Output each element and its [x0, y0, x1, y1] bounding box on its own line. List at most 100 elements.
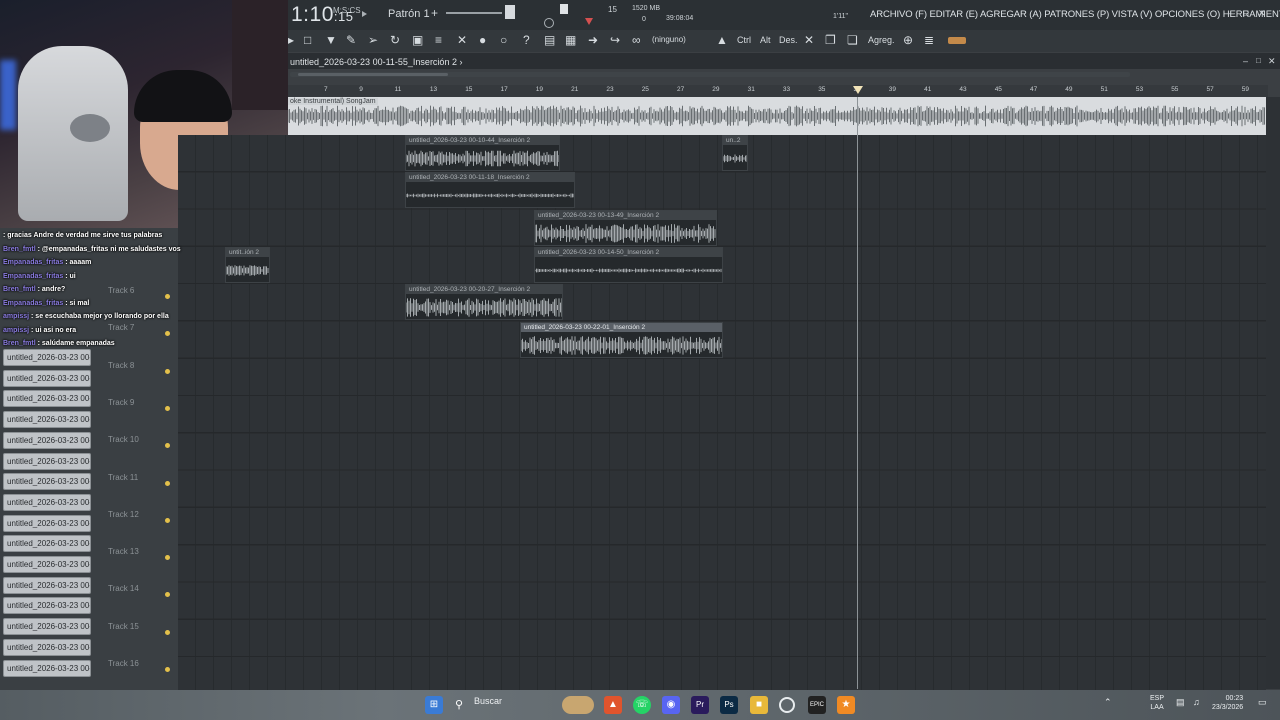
- audio-track-waveform[interactable]: [288, 97, 1266, 135]
- pattern-selector[interactable]: Patrón 1: [388, 8, 430, 20]
- split-icon[interactable]: ⊕: [903, 33, 913, 47]
- master-pitch-slider[interactable]: [446, 12, 502, 14]
- clip-source-button[interactable]: untitled_2026-03-23 00-...: [3, 535, 91, 553]
- cut-icon[interactable]: ✕: [457, 33, 467, 47]
- track-name[interactable]: Track 11: [108, 473, 138, 482]
- audio-clip[interactable]: untit..ión 2: [225, 247, 270, 283]
- widgets-icon[interactable]: [562, 696, 594, 714]
- add-button[interactable]: Agreg.: [868, 35, 895, 45]
- clip-source-button[interactable]: untitled_2026-03-23 00-...: [3, 618, 91, 636]
- clip-source-button[interactable]: untitled_2026-03-23 00-...: [3, 431, 91, 449]
- undo-button[interactable]: Des.: [779, 35, 798, 45]
- paste-icon[interactable]: ❏: [847, 33, 858, 47]
- clip-source-button[interactable]: untitled_2026-03-23 00-...: [3, 597, 91, 615]
- close-icon[interactable]: ✕: [1258, 8, 1266, 19]
- playlist-minimize-icon[interactable]: –: [1243, 56, 1248, 66]
- maximize-icon[interactable]: □: [1243, 8, 1248, 18]
- ctrl-button[interactable]: Ctrl: [737, 35, 751, 45]
- clip-source-button[interactable]: untitled_2026-03-23 00-...: [3, 411, 91, 429]
- clip-source-button[interactable]: untitled_2026-03-23 00-...: [3, 638, 91, 656]
- playlist-maximize-icon[interactable]: □: [1256, 56, 1261, 65]
- audio-clip[interactable]: untitled_2026-03-23 00-10-44_Inserción 2: [405, 135, 560, 171]
- chat-icon[interactable]: ○: [500, 33, 507, 47]
- piano-roll-icon[interactable]: ▤: [544, 33, 555, 47]
- track-name[interactable]: Track 16: [108, 659, 139, 668]
- play-arrow-icon[interactable]: [362, 11, 367, 17]
- playhead-marker[interactable]: [853, 86, 863, 94]
- mic-icon[interactable]: ●: [479, 33, 486, 47]
- playlist-close-icon[interactable]: ✕: [1268, 56, 1276, 67]
- clip-source-button[interactable]: untitled_2026-03-23 00-...: [3, 473, 91, 491]
- brush-icon[interactable]: ➢: [368, 33, 378, 47]
- clip-source-button[interactable]: untitled_2026-03-23 00-...: [3, 369, 91, 387]
- clip-source-button[interactable]: untitled_2026-03-23 00-...: [3, 390, 91, 408]
- copy-icon[interactable]: ❐: [825, 33, 836, 47]
- metronome-icon[interactable]: [544, 18, 554, 28]
- toolbar-arrow-icon[interactable]: ▸: [288, 33, 294, 47]
- notification-icon[interactable]: ▭: [1258, 697, 1267, 708]
- network-icon[interactable]: ▤: [1176, 697, 1185, 708]
- discord-icon[interactable]: ◉: [662, 696, 680, 714]
- link-icon[interactable]: ∞: [632, 33, 641, 47]
- clip-source-button[interactable]: untitled_2026-03-23 00-...: [3, 452, 91, 470]
- track-name[interactable]: Track 10: [108, 435, 139, 444]
- pencil-icon[interactable]: ✎: [346, 33, 356, 47]
- whatsapp-icon[interactable]: ☏: [633, 696, 651, 714]
- audio-clip[interactable]: untitled_2026-03-23 00-11-18_Inserción 2: [405, 172, 575, 208]
- track-name[interactable]: Track 12: [108, 510, 139, 519]
- clip-source-button[interactable]: untitled_2026-03-23 00-...: [3, 659, 91, 677]
- folder-icon[interactable]: ■: [750, 696, 768, 714]
- audio-clip[interactable]: untitled_2026-03-23 00-20-27_Inserción 2: [405, 284, 563, 320]
- track-name[interactable]: Track 14: [108, 584, 139, 593]
- record-down-icon[interactable]: [585, 18, 593, 25]
- language-indicator[interactable]: ESP LAA: [1150, 694, 1164, 712]
- audio-clip[interactable]: untitled_2026-03-23 00-14-50_Inserción 2: [534, 247, 723, 283]
- main-menu[interactable]: ARCHIVO (F) EDITAR (E) AGREGAR (A) PATRO…: [870, 9, 1280, 20]
- obs-icon[interactable]: [779, 697, 795, 713]
- epic-games-icon[interactable]: EPIC: [808, 696, 826, 714]
- brave-icon[interactable]: ▲: [604, 696, 622, 714]
- color-swatch[interactable]: [948, 37, 966, 44]
- keyboard-icon[interactable]: ▦: [565, 33, 576, 47]
- system-clock[interactable]: 00:23 23/3/2026: [1212, 694, 1243, 712]
- alt-button[interactable]: Alt: [760, 35, 771, 45]
- mixer-icon[interactable]: ≡: [435, 33, 442, 47]
- audio-clip[interactable]: un..2: [722, 135, 748, 171]
- track-mute-dot[interactable]: [165, 480, 170, 486]
- fl-studio-icon[interactable]: ★: [837, 696, 855, 714]
- track-mute-dot[interactable]: [165, 368, 170, 374]
- new-file-icon[interactable]: □: [304, 33, 311, 47]
- save-icon[interactable]: ▣: [412, 33, 423, 47]
- track-mute-dot[interactable]: [165, 629, 170, 635]
- arrow-right-icon[interactable]: ➜: [588, 33, 598, 47]
- track-mute-dot[interactable]: [165, 443, 170, 449]
- clip-source-button[interactable]: untitled_2026-03-23 00-...: [3, 556, 91, 573]
- playlist-title[interactable]: untitled_2026-03-23 00-11-55_Inserción 2…: [290, 57, 462, 67]
- scrollbar-thumb[interactable]: [298, 73, 448, 76]
- plugin-icon[interactable]: ↪: [610, 33, 620, 47]
- paint-icon[interactable]: ▼: [325, 33, 337, 47]
- search-icon[interactable]: ⚲: [454, 696, 464, 714]
- track-name[interactable]: Track 9: [108, 398, 134, 407]
- loop-icon[interactable]: ↻: [390, 33, 400, 47]
- help-icon[interactable]: ?: [523, 33, 530, 47]
- clip-source-button[interactable]: untitled_2026-03-23 00-...: [3, 493, 91, 511]
- track-name[interactable]: Track 13: [108, 547, 139, 556]
- volume-icon[interactable]: ♫: [1193, 697, 1200, 707]
- minimize-icon[interactable]: –: [1229, 8, 1234, 18]
- master-volume-knob[interactable]: [505, 5, 515, 19]
- premiere-icon[interactable]: Pr: [691, 696, 709, 714]
- clip-source-button[interactable]: untitled_2026-03-23 00-...: [3, 576, 91, 594]
- stamp-icon[interactable]: ▲: [716, 33, 728, 47]
- track-mute-dot[interactable]: [165, 555, 170, 561]
- filter-icon[interactable]: ≣: [924, 33, 934, 47]
- track-mute-dot[interactable]: [165, 405, 170, 411]
- audio-clip[interactable]: untitled_2026-03-23 00-22-01_Inserción 2: [520, 322, 723, 358]
- track-mute-dot[interactable]: [165, 517, 170, 523]
- photoshop-icon[interactable]: Ps: [720, 696, 738, 714]
- track-name[interactable]: Track 8: [108, 361, 134, 370]
- vertical-scrollbar[interactable]: [1266, 97, 1280, 689]
- track-name[interactable]: Track 15: [108, 622, 139, 631]
- tray-chevron-icon[interactable]: ⌃: [1104, 697, 1112, 708]
- clip-source-button[interactable]: untitled_2026-03-23 00-...: [3, 514, 91, 532]
